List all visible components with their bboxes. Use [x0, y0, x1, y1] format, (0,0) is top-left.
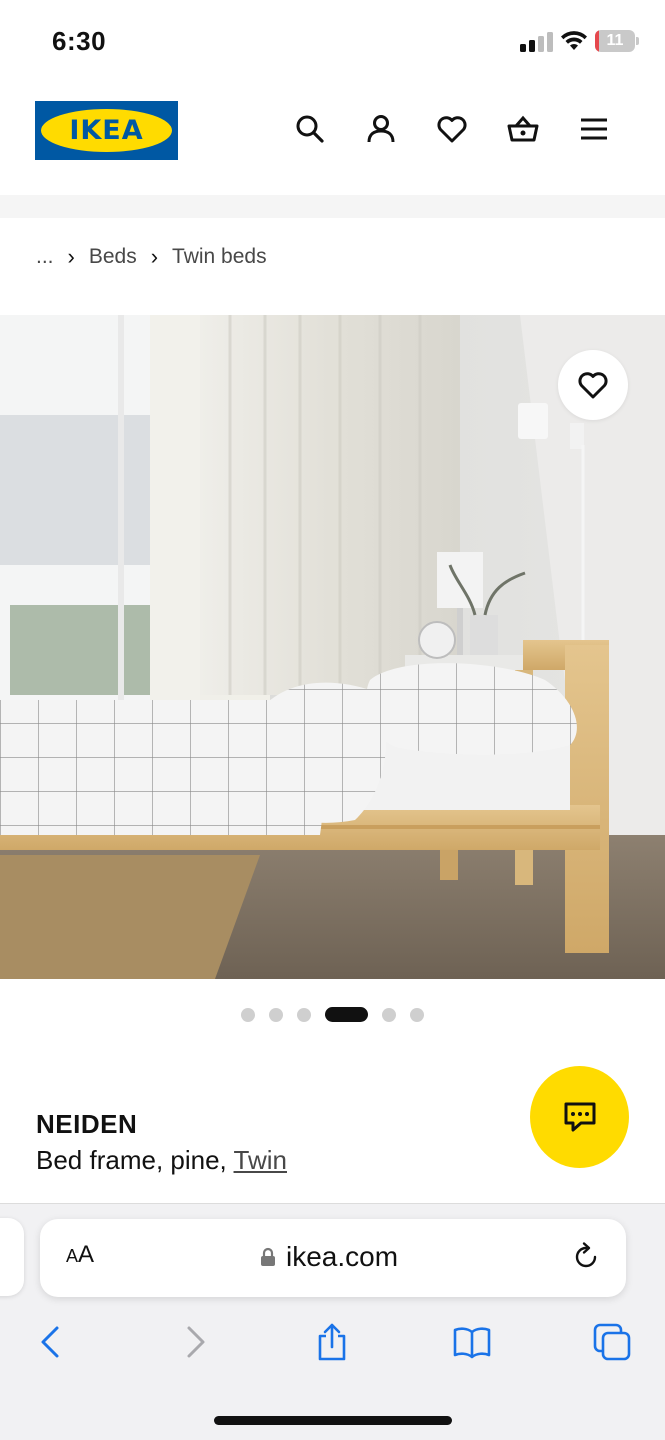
product-variant-link[interactable]: Twin — [234, 1145, 287, 1175]
heart-icon — [578, 372, 608, 399]
logo-text: IKEA — [69, 115, 144, 146]
battery-level: 11 — [606, 32, 624, 49]
tabs-icon[interactable] — [590, 1320, 634, 1364]
carousel-dot[interactable] — [241, 1008, 255, 1022]
home-indicator[interactable] — [214, 1416, 452, 1425]
share-icon[interactable] — [310, 1320, 354, 1364]
wifi-icon — [559, 28, 589, 52]
product-description-text: Bed frame, pine, — [36, 1145, 234, 1175]
breadcrumb-item-twin-beds[interactable]: Twin beds — [172, 245, 267, 269]
product-name: NEIDEN — [36, 1109, 138, 1139]
header-divider — [0, 195, 665, 218]
reload-icon[interactable] — [570, 1241, 602, 1273]
back-icon[interactable] — [29, 1320, 73, 1364]
url-text: ikea.com — [286, 1241, 399, 1272]
heart-icon[interactable] — [434, 111, 470, 147]
breadcrumb-separator: › — [150, 244, 159, 269]
text-size-button[interactable]: AA — [66, 1241, 94, 1269]
lock-icon — [261, 1247, 275, 1266]
favorite-button[interactable] — [558, 350, 628, 420]
carousel-dot[interactable] — [297, 1008, 311, 1022]
previous-tab-preview[interactable] — [0, 1218, 24, 1296]
breadcrumb-ellipsis[interactable]: ... — [36, 245, 54, 269]
status-time: 6:30 — [52, 26, 107, 56]
search-icon[interactable] — [292, 111, 328, 147]
battery-icon: 11 — [595, 30, 639, 52]
status-bar: 6:30 11 — [0, 0, 665, 84]
address-bar[interactable]: AA ikea.com — [40, 1219, 626, 1297]
breadcrumb-item-beds[interactable]: Beds — [89, 245, 137, 269]
chat-button[interactable] — [530, 1066, 629, 1168]
account-icon[interactable] — [363, 111, 399, 147]
carousel-dot[interactable] — [382, 1008, 396, 1022]
forward-icon[interactable] — [173, 1320, 217, 1364]
browser-toolbar: AA ikea.com — [0, 1203, 665, 1440]
chat-bubble-icon — [564, 1102, 595, 1132]
carousel-dot[interactable] — [269, 1008, 283, 1022]
product-image[interactable] — [0, 315, 665, 979]
cellular-signal-icon — [520, 32, 553, 52]
product-description: Bed frame, pine, Twin — [36, 1145, 287, 1176]
bookmarks-icon[interactable] — [450, 1320, 494, 1364]
breadcrumb-separator: › — [67, 244, 75, 269]
url-display[interactable]: ikea.com — [260, 1239, 398, 1275]
carousel-dots — [0, 1007, 665, 1023]
ikea-logo[interactable]: IKEA — [35, 101, 178, 160]
breadcrumb: ... › Beds › Twin beds — [36, 243, 267, 271]
carousel-dot[interactable] — [410, 1008, 424, 1022]
cart-icon[interactable] — [505, 111, 541, 147]
menu-icon[interactable] — [576, 111, 612, 147]
carousel-dot-active[interactable] — [325, 1007, 368, 1022]
site-header: IKEA — [0, 84, 665, 195]
